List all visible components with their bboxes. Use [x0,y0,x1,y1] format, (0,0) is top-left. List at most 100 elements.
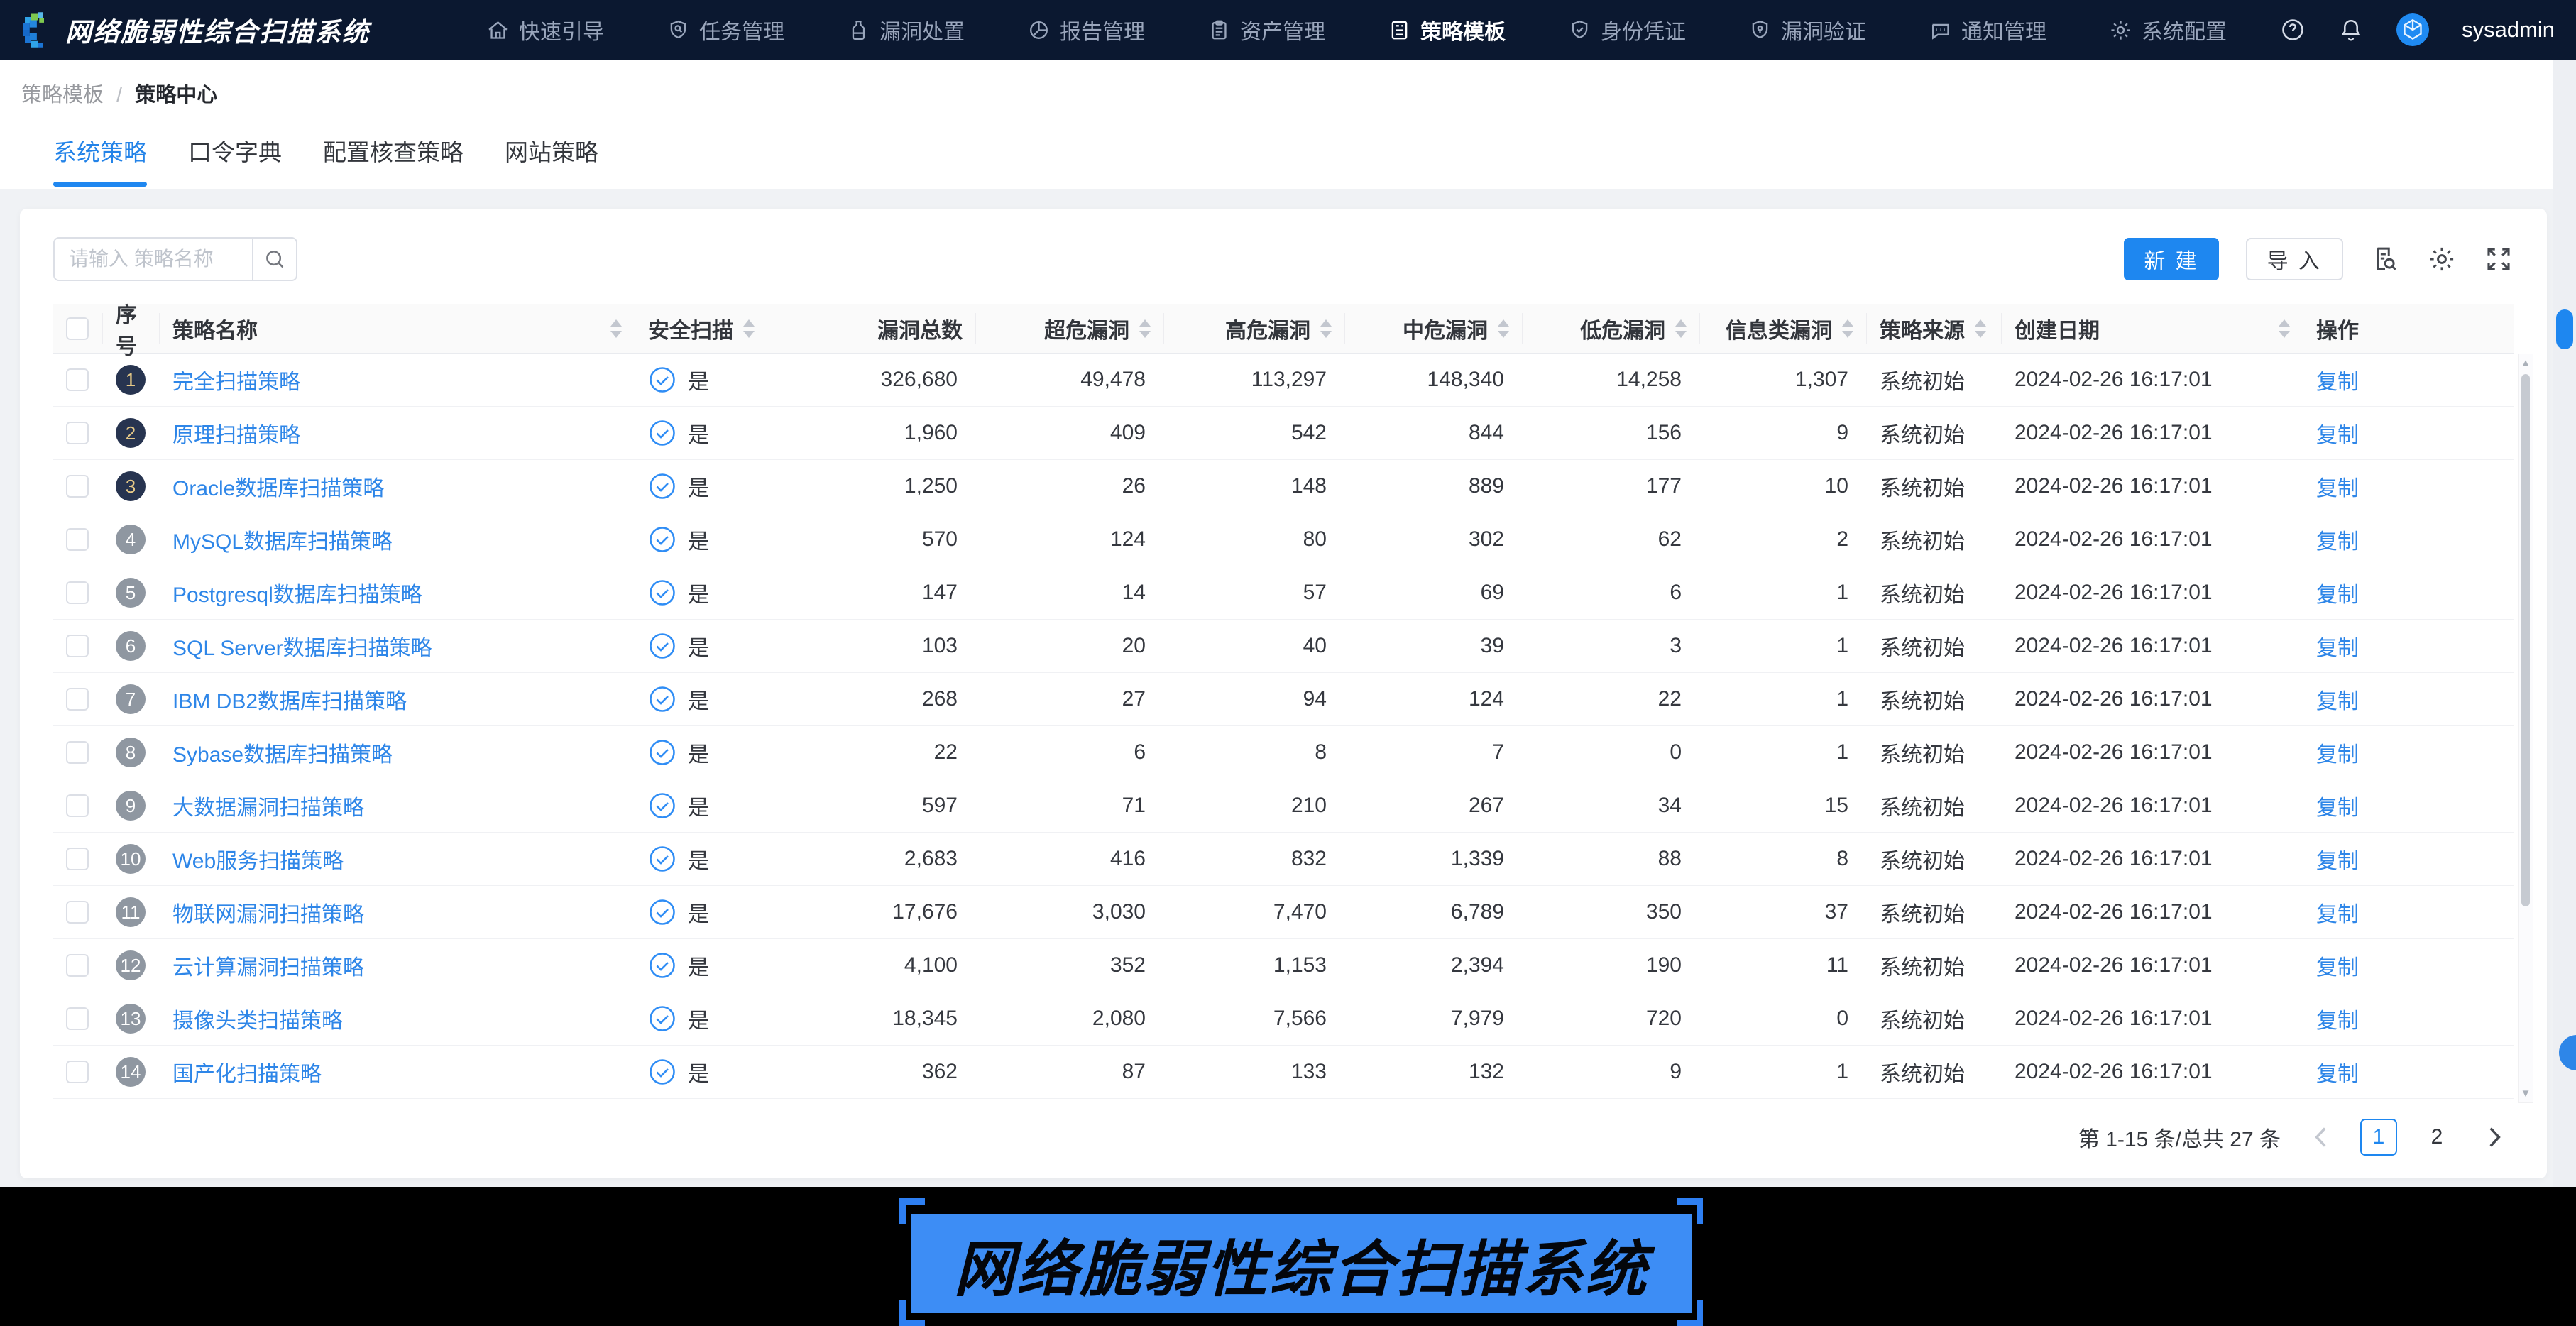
sort-icon[interactable] [743,319,755,338]
policy-name-link[interactable]: IBM DB2数据库扫描策略 [172,684,407,715]
menu-item-credentials[interactable]: 身份凭证 [1568,14,1686,45]
tab-password-dict[interactable]: 口令字典 [188,133,282,187]
col-medium-vulns[interactable]: 中危漏洞 [1345,313,1523,344]
menu-item-report-mgmt[interactable]: 报告管理 [1027,14,1145,45]
copy-action-link[interactable]: 复制 [2316,1003,2359,1034]
table-row[interactable]: 3 Oracle数据库扫描策略 是 1,250 26 148 889 177 1… [53,460,2514,513]
policy-name-link[interactable]: Oracle数据库扫描策略 [172,471,384,502]
row-checkbox[interactable] [66,528,89,551]
policy-name-link[interactable]: 物联网漏洞扫描策略 [172,897,364,928]
sort-icon[interactable] [1320,319,1332,338]
policy-name-link[interactable]: 云计算漏洞扫描策略 [172,950,364,981]
col-security-scan[interactable]: 安全扫描 [635,313,791,344]
menu-item-system-config[interactable]: 系统配置 [2109,14,2227,45]
col-policy-source[interactable]: 策略来源 [1867,313,2002,344]
table-row[interactable]: 11 物联网漏洞扫描策略 是 17,676 3,030 7,470 6,789 … [53,886,2514,939]
copy-action-link[interactable]: 复制 [2316,737,2359,768]
policy-name-link[interactable]: MySQL数据库扫描策略 [172,524,393,555]
table-row[interactable]: 1 完全扫描策略 是 326,680 49,478 113,297 148,34… [53,354,2514,407]
table-scrollbar[interactable] [2518,354,2533,1103]
sort-icon[interactable] [1675,319,1687,338]
table-row[interactable]: 10 Web服务扫描策略 是 2,683 416 832 1,339 88 8 … [53,833,2514,886]
col-created-date[interactable]: 创建日期 [2002,313,2303,344]
page-scrollbar[interactable] [2553,60,2576,1187]
copy-action-link[interactable]: 复制 [2316,524,2359,555]
page-button-1[interactable]: 1 [2360,1119,2397,1156]
copy-action-link[interactable]: 复制 [2316,897,2359,928]
table-row[interactable]: 2 原理扫描策略 是 1,960 409 542 844 156 9 系统初始 … [53,407,2514,460]
copy-action-link[interactable]: 复制 [2316,684,2359,715]
row-checkbox[interactable] [66,422,89,444]
policy-name-link[interactable]: 原理扫描策略 [172,417,300,449]
avatar[interactable] [2396,13,2429,46]
export-report-icon[interactable] [2370,244,2400,274]
row-checkbox[interactable] [66,581,89,604]
policy-name-link[interactable]: SQL Server数据库扫描策略 [172,630,432,662]
table-row[interactable]: 8 Sybase数据库扫描策略 是 22 6 8 7 0 1 系统初始 2024… [53,726,2514,779]
sort-icon[interactable] [1139,319,1151,338]
menu-item-vuln-handle[interactable]: 漏洞处置 [847,14,965,45]
next-page-button[interactable] [2477,1119,2514,1156]
new-button[interactable]: 新 建 [2124,238,2218,280]
row-checkbox[interactable] [66,848,89,870]
page-scrollbar-thumb[interactable] [2556,309,2573,349]
username[interactable]: sysadmin [2462,17,2555,43]
col-info-vulns[interactable]: 信息类漏洞 [1700,313,1867,344]
policy-name-link[interactable]: 摄像头类扫描策略 [172,1003,343,1034]
row-checkbox[interactable] [66,794,89,817]
page-button-2[interactable]: 2 [2418,1119,2455,1156]
row-checkbox[interactable] [66,368,89,391]
sort-icon[interactable] [610,319,622,338]
sort-icon[interactable] [1975,319,1986,338]
settings-icon[interactable] [2427,244,2457,274]
row-checkbox[interactable] [66,635,89,657]
row-checkbox[interactable] [66,901,89,924]
tab-config-check-policy[interactable]: 配置核查策略 [323,133,464,187]
fullscreen-icon[interactable] [2484,244,2514,274]
row-checkbox[interactable] [66,954,89,977]
floating-button[interactable] [2559,1035,2576,1070]
menu-item-policy-template[interactable]: 策略模板 [1388,14,1506,45]
breadcrumb-parent[interactable]: 策略模板 [21,84,104,106]
table-row[interactable]: 7 IBM DB2数据库扫描策略 是 268 27 94 124 22 1 系统… [53,673,2514,726]
policy-name-link[interactable]: 国产化扫描策略 [172,1056,322,1087]
table-row[interactable]: 14 国产化扫描策略 是 362 87 133 132 9 1 系统初始 202… [53,1046,2514,1099]
sort-icon[interactable] [1498,319,1509,338]
menu-item-quick-guide[interactable]: 快速引导 [486,14,604,45]
help-icon[interactable] [2280,17,2306,43]
tab-system-policy[interactable]: 系统策略 [53,133,147,187]
policy-name-link[interactable]: Web服务扫描策略 [172,843,344,875]
copy-action-link[interactable]: 复制 [2316,630,2359,662]
menu-item-vuln-verify[interactable]: 漏洞验证 [1748,14,1866,45]
copy-action-link[interactable]: 复制 [2316,790,2359,821]
menu-item-asset-mgmt[interactable]: 资产管理 [1207,14,1325,45]
policy-name-link[interactable]: Sybase数据库扫描策略 [172,737,393,768]
menu-item-task-mgmt[interactable]: 任务管理 [667,14,784,45]
copy-action-link[interactable]: 复制 [2316,843,2359,875]
menu-item-notify-mgmt[interactable]: 通知管理 [1929,14,2046,45]
copy-action-link[interactable]: 复制 [2316,417,2359,449]
row-checkbox[interactable] [66,688,89,711]
sort-icon[interactable] [1842,319,1853,338]
table-scrollbar-thumb[interactable] [2521,374,2530,906]
policy-name-link[interactable]: 大数据漏洞扫描策略 [172,790,364,821]
table-row[interactable]: 13 摄像头类扫描策略 是 18,345 2,080 7,566 7,979 7… [53,992,2514,1046]
col-critical-vulns[interactable]: 超危漏洞 [976,313,1164,344]
table-row[interactable]: 9 大数据漏洞扫描策略 是 597 71 210 267 34 15 系统初始 … [53,779,2514,833]
row-checkbox[interactable] [66,741,89,764]
col-low-vulns[interactable]: 低危漏洞 [1523,313,1700,344]
table-row[interactable]: 12 云计算漏洞扫描策略 是 4,100 352 1,153 2,394 190… [53,939,2514,992]
row-checkbox[interactable] [66,1061,89,1083]
copy-action-link[interactable]: 复制 [2316,577,2359,608]
copy-action-link[interactable]: 复制 [2316,364,2359,395]
col-high-vulns[interactable]: 高危漏洞 [1164,313,1345,344]
table-row[interactable]: 5 Postgresql数据库扫描策略 是 147 14 57 69 6 1 系… [53,566,2514,620]
bell-icon[interactable] [2338,17,2364,43]
copy-action-link[interactable]: 复制 [2316,471,2359,502]
select-all-checkbox[interactable] [66,317,89,340]
table-row[interactable]: 4 MySQL数据库扫描策略 是 570 124 80 302 62 2 系统初… [53,513,2514,566]
table-row[interactable]: 6 SQL Server数据库扫描策略 是 103 20 40 39 3 1 系… [53,620,2514,673]
copy-action-link[interactable]: 复制 [2316,950,2359,981]
search-button[interactable] [252,237,297,281]
search-input[interactable] [53,237,252,281]
